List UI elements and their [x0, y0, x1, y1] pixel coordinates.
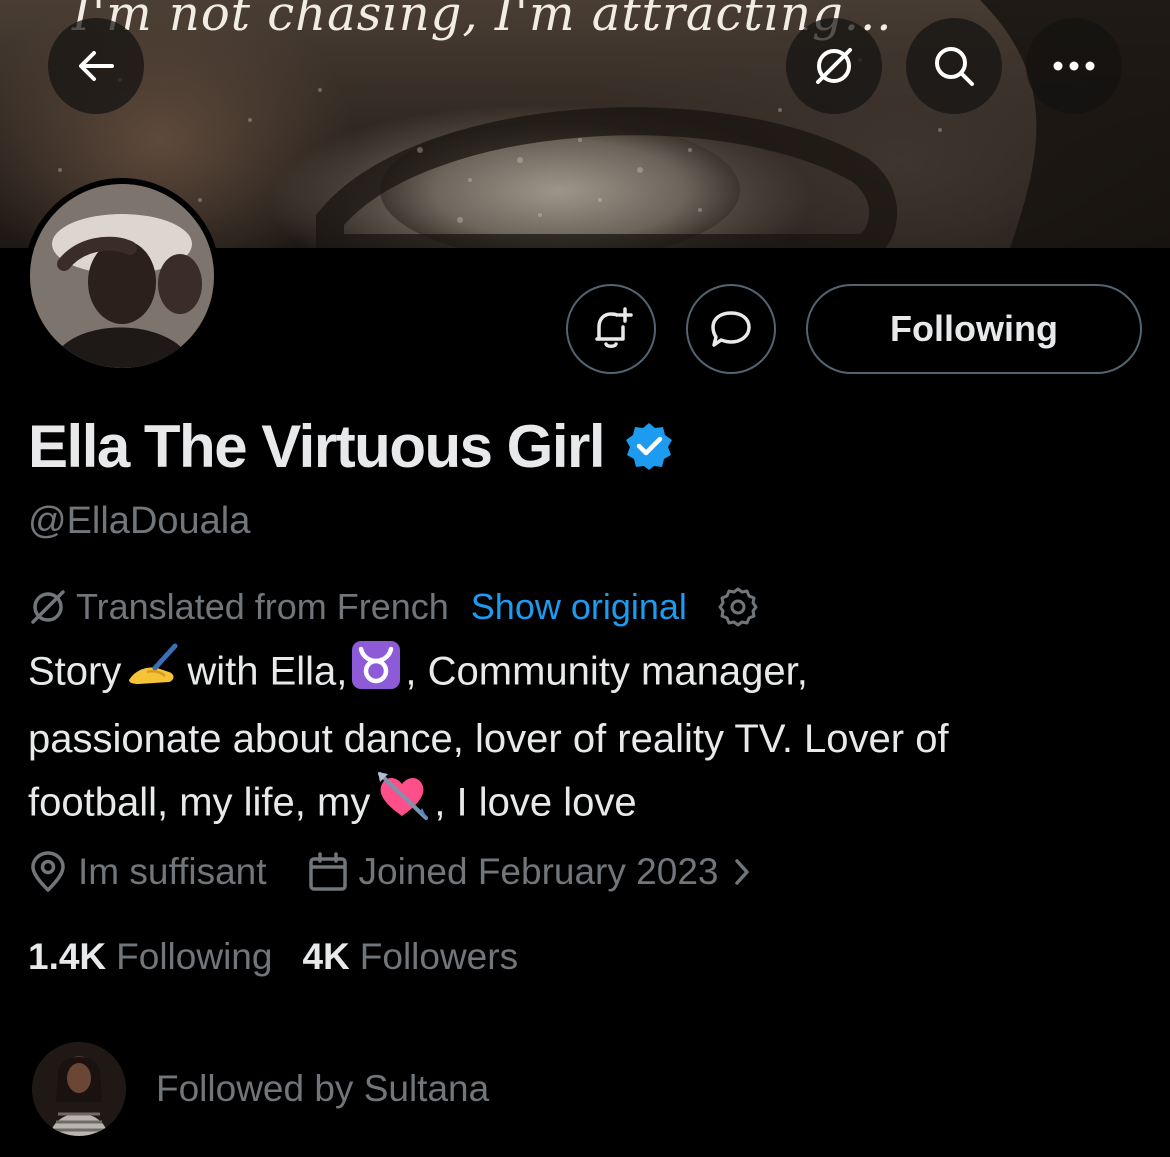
display-name: Ella The Virtuous Girl — [28, 413, 606, 480]
follow-stats-row: 1.4K Following 4K Followers — [28, 936, 518, 978]
arrow-left-icon — [79, 51, 114, 81]
translate-icon — [31, 590, 65, 624]
calendar-icon — [308, 852, 347, 891]
message-bubble-icon — [711, 311, 751, 347]
profile-meta-row: Im suffisant Joined February 2023 — [28, 850, 762, 894]
message-button[interactable] — [686, 284, 776, 374]
back-button[interactable] — [48, 18, 144, 114]
banner-quote-text: I'm not chasing, I'm attracting... — [72, 0, 893, 42]
bio-text: , I love love — [434, 780, 637, 825]
location-text: Im suffisant — [78, 851, 267, 892]
taurus-emoji-icon — [351, 640, 401, 708]
location-item: Im suffisant — [28, 850, 267, 894]
translated-from-label: Translated from French — [76, 586, 449, 627]
name-row: Ella The Virtuous Girl — [28, 412, 674, 481]
writing-hand-emoji-icon — [125, 642, 183, 706]
search-button[interactable] — [906, 18, 1002, 114]
bio-text: Story — [28, 649, 122, 694]
bio-line-3: football, my life, my , I love love — [28, 770, 1138, 840]
search-icon — [935, 47, 974, 86]
following-count: 1.4K — [28, 936, 107, 977]
bio-text: football, my life, my — [28, 780, 371, 825]
more-options-button[interactable] — [1026, 18, 1122, 114]
followers-label: Followers — [359, 936, 519, 977]
more-horizontal-icon — [1053, 61, 1095, 71]
location-pin-icon — [31, 851, 65, 892]
gear-icon — [718, 587, 758, 627]
translation-row: Translated from French Show original — [28, 586, 759, 628]
profile-bio: Story with Ella, , Community manager, pass… — [28, 640, 1138, 840]
following-label: Following — [116, 936, 273, 977]
bio-text: with Ella, — [187, 649, 348, 694]
heart-with-arrow-emoji-icon — [374, 770, 430, 840]
followed-by-row[interactable]: Followed by Sultana — [32, 1042, 489, 1136]
translate-icon — [816, 48, 852, 84]
follower-avatar — [32, 1042, 126, 1136]
show-original-link[interactable]: Show original — [471, 586, 687, 628]
following-button[interactable]: Following — [806, 284, 1142, 374]
followed-by-text: Followed by Sultana — [156, 1068, 490, 1109]
bio-line-2: passionate about dance, lover of reality… — [28, 717, 949, 761]
bell-plus-icon — [595, 307, 633, 348]
followers-count-link[interactable]: 4K Followers — [302, 936, 518, 978]
joined-date-text: Joined February 2023 — [358, 851, 719, 892]
avatar-photo — [30, 184, 214, 368]
verified-badge-icon[interactable] — [624, 421, 674, 476]
profile-avatar[interactable] — [24, 178, 220, 374]
followers-count: 4K — [302, 936, 350, 977]
bio-line-1: Story with Ella, , Community manager, — [28, 640, 1138, 708]
user-handle: @EllaDouala — [28, 500, 251, 542]
joined-date-item[interactable]: Joined February 2023 — [307, 851, 763, 893]
translate-toggle-button[interactable] — [786, 18, 882, 114]
chevron-right-icon — [735, 859, 750, 885]
following-count-link[interactable]: 1.4K Following — [28, 936, 272, 978]
notifications-button[interactable] — [566, 284, 656, 374]
bio-text: , Community manager, — [405, 649, 808, 694]
translation-settings-button[interactable] — [717, 586, 759, 628]
